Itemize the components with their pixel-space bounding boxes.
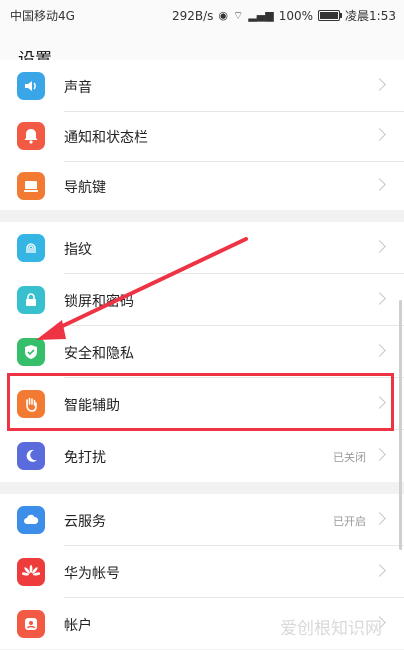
signal-icon: ▂▄▆ bbox=[248, 9, 274, 22]
status-bar: 中国移动4G 292B/s ◉ ⌔ ▂▄▆ 100% 凌晨1:53 bbox=[0, 0, 404, 30]
chevron-right-icon bbox=[373, 512, 386, 525]
settings-item-fingerprint[interactable]: 指纹 bbox=[0, 222, 404, 274]
settings-item-navigation-key[interactable]: 导航键 bbox=[0, 160, 404, 212]
battery-percent: 100% bbox=[278, 8, 314, 23]
fingerprint-icon bbox=[17, 234, 45, 262]
bell-icon bbox=[17, 122, 45, 150]
settings-item-label: 帐户 bbox=[64, 618, 92, 634]
shield-icon bbox=[17, 338, 45, 366]
settings-item-label: 华为帐号 bbox=[64, 566, 120, 582]
account-icon bbox=[17, 610, 45, 638]
battery-fill bbox=[320, 12, 339, 19]
wifi-icon: ⌔ bbox=[233, 8, 244, 22]
huawei-icon bbox=[17, 558, 45, 586]
settings-item-security-privacy[interactable]: 安全和隐私 bbox=[0, 326, 404, 378]
settings-item-do-not-disturb[interactable]: 免打扰 已关闭 bbox=[0, 430, 404, 482]
eye-icon: ◉ bbox=[218, 9, 228, 22]
settings-item-cloud-service[interactable]: 云服务 已开启 bbox=[0, 494, 404, 546]
settings-item-huawei-account[interactable]: 华为帐号 bbox=[0, 546, 404, 598]
clock: 凌晨1:53 bbox=[345, 9, 396, 23]
chevron-right-icon bbox=[373, 292, 386, 305]
chevron-right-icon bbox=[373, 344, 386, 357]
chevron-right-icon bbox=[373, 78, 386, 91]
settings-item-lock-screen[interactable]: 锁屏和密码 bbox=[0, 274, 404, 326]
settings-item-label: 锁屏和密码 bbox=[64, 294, 134, 310]
lock-icon bbox=[17, 286, 45, 314]
settings-item-label: 安全和隐私 bbox=[64, 346, 134, 362]
settings-item-label: 云服务 bbox=[64, 514, 106, 530]
sound-icon bbox=[17, 72, 45, 100]
settings-item-label: 声音 bbox=[64, 80, 92, 96]
network-speed: 292B/s bbox=[171, 8, 214, 23]
settings-group-2: 指纹 锁屏和密码 安全和隐私 智能辅助 免打扰 已关闭 bbox=[0, 222, 404, 482]
settings-item-label: 导航键 bbox=[64, 180, 106, 196]
setting-value: 已开启 bbox=[333, 515, 366, 528]
status-icons: 292B/s ◉ ⌔ ▂▄▆ 100% 凌晨1:53 bbox=[172, 7, 396, 24]
moon-icon bbox=[17, 442, 45, 470]
chevron-right-icon bbox=[373, 240, 386, 253]
setting-value: 已关闭 bbox=[333, 451, 366, 464]
settings-item-label: 指纹 bbox=[64, 242, 92, 258]
settings-item-label: 通知和状态栏 bbox=[64, 130, 148, 146]
carrier-label: 中国移动4G bbox=[10, 9, 75, 23]
settings-item-sound[interactable]: 声音 bbox=[0, 60, 404, 112]
navigation-key-icon bbox=[17, 172, 45, 200]
chevron-right-icon bbox=[373, 128, 386, 141]
chevron-right-icon bbox=[373, 448, 386, 461]
settings-item-label: 免打扰 bbox=[64, 450, 106, 466]
scrollbar[interactable] bbox=[399, 300, 402, 550]
settings-item-notifications[interactable]: 通知和状态栏 bbox=[0, 110, 404, 162]
settings-group-1: 声音 通知和状态栏 导航键 bbox=[0, 60, 404, 210]
cloud-icon bbox=[17, 506, 45, 534]
battery-icon bbox=[318, 10, 343, 21]
chevron-right-icon bbox=[373, 564, 386, 577]
watermark: 爱创根知识网 bbox=[280, 619, 382, 639]
highlight-box bbox=[7, 373, 394, 431]
chevron-right-icon bbox=[373, 178, 386, 191]
